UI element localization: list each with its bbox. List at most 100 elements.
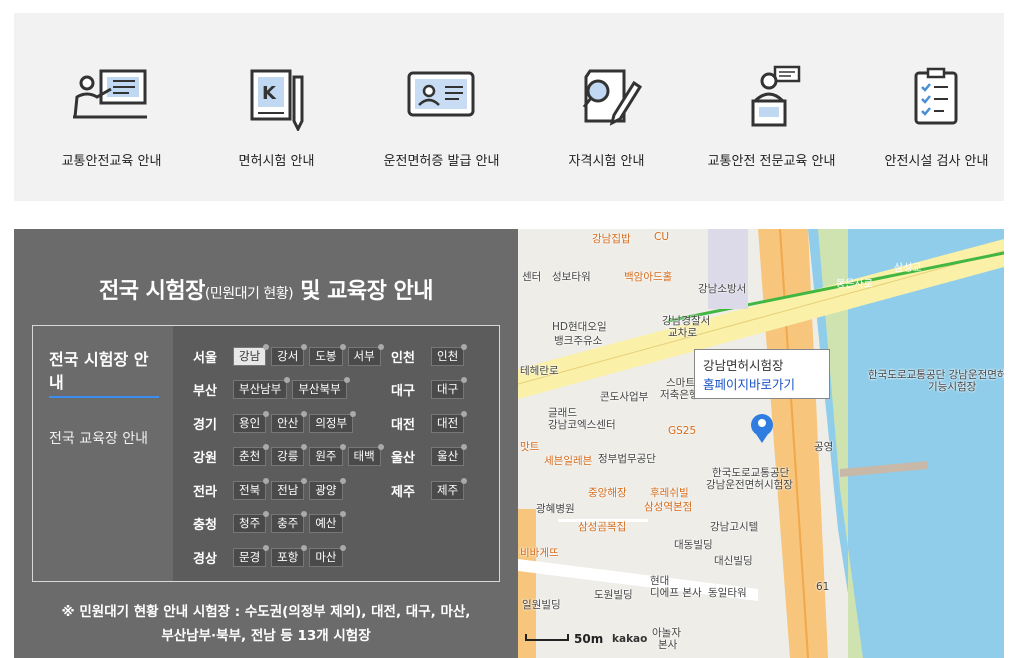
svg-text:K: K	[262, 83, 277, 104]
test-site-label: 청주	[239, 516, 261, 530]
wait-status-dot-icon	[461, 477, 468, 484]
map-label: 공영	[814, 441, 834, 453]
region-grid: 서울 강남 강서 도봉 서부 부산 부산남부 부산북부 경기 용인 안산 의정부 강원 춘천 강릉 원주 태백 전…	[173, 326, 499, 581]
map-label: 61	[816, 581, 830, 593]
test-site-label: 원주	[315, 449, 337, 463]
map-label: 테헤란로	[520, 365, 559, 377]
map-label: HD현대오일	[552, 321, 607, 333]
service-license-issue[interactable]: 운전면허증 발급 안내	[359, 13, 524, 201]
clipboard-check-icon	[914, 67, 957, 125]
test-site-button[interactable]: 전북	[233, 477, 270, 500]
wait-status-dot-icon	[339, 511, 346, 517]
test-site-button[interactable]: 전남	[271, 477, 308, 500]
test-site-button[interactable]: 강서	[271, 343, 308, 366]
test-site-label: 예산	[315, 516, 337, 530]
map-label: 강남소방서	[698, 283, 747, 295]
wait-status-dot-icon	[263, 410, 270, 417]
test-site-label: 안산	[277, 415, 299, 430]
wait-status-dot-icon	[263, 343, 270, 350]
test-site-button[interactable]: 용인	[233, 410, 270, 433]
test-site-label: 광양	[315, 482, 337, 497]
region-name: 강원	[193, 451, 217, 466]
test-site-button[interactable]: 부산남부	[233, 377, 291, 399]
region-row: 충청 청주 충주 예산	[173, 511, 348, 534]
test-site-label: 제주	[437, 482, 459, 497]
wait-status-dot-icon	[339, 544, 346, 551]
wait-status-dot-icon	[461, 343, 468, 350]
test-site-button[interactable]: 강릉	[271, 444, 308, 466]
test-site-label: 울산	[437, 449, 459, 463]
region-row: 대구 대구	[371, 377, 469, 400]
test-site-button[interactable]: 부산북부	[292, 377, 350, 399]
service-license-test[interactable]: K 면허시험 안내	[194, 13, 359, 201]
lecturer-podium-icon	[751, 65, 800, 127]
test-site-button[interactable]: 대전	[431, 410, 468, 433]
test-site-label: 강서	[277, 348, 299, 363]
wait-status-dot-icon	[301, 544, 308, 551]
test-site-button[interactable]: 충주	[271, 511, 308, 533]
map-canvas	[518, 229, 1004, 658]
license-pencil-icon: K	[250, 69, 303, 131]
wait-status-note: ※ 민원대기 현황 안내 시험장 : 수도권(의정부 제외), 대전, 대구, …	[61, 604, 471, 644]
service-traffic-safety-education[interactable]: 교통안전교육 안내	[29, 13, 194, 201]
wait-status-dot-icon	[263, 511, 270, 517]
presentation-icon	[72, 69, 147, 119]
region-name: 경기	[193, 417, 217, 433]
test-site-button[interactable]: 청주	[233, 511, 270, 533]
wait-status-dot-icon	[301, 444, 308, 450]
test-site-button[interactable]: 춘천	[233, 444, 270, 466]
map-label: 기능시험장	[928, 381, 977, 393]
test-site-button[interactable]: 제주	[431, 477, 468, 500]
test-site-button[interactable]: 강남	[233, 343, 270, 366]
tab-test-centers[interactable]: 전국 시험장 안내	[49, 348, 159, 398]
test-site-label: 포항	[277, 549, 299, 564]
test-site-button[interactable]: 도봉	[309, 343, 346, 366]
region-row: 제주 제주	[371, 477, 469, 500]
location-map[interactable]: 강남집밥 CU 백암아드홀 성보타워 센터 강남소방서 HD현대오일 뱅크주유소…	[518, 229, 1004, 658]
map-label: 대신빌딩	[714, 555, 753, 567]
region-row: 인천 인천	[371, 343, 469, 366]
region-name: 대구	[391, 384, 415, 399]
test-site-label: 대전	[437, 415, 459, 430]
map-label: 정부법무공단	[598, 453, 656, 465]
test-site-button[interactable]: 예산	[309, 511, 346, 533]
test-site-button[interactable]: 의정부	[309, 410, 357, 433]
test-site-button[interactable]: 원주	[309, 444, 346, 466]
region-name: 전라	[193, 484, 217, 500]
wait-status-dot-icon	[339, 477, 346, 484]
test-site-label: 강남	[239, 348, 261, 363]
test-site-button[interactable]: 안산	[271, 410, 308, 433]
wait-status-dot-icon	[350, 410, 357, 417]
test-site-button[interactable]: 인천	[431, 343, 468, 366]
test-site-button[interactable]: 광양	[309, 477, 346, 500]
test-site-button[interactable]: 대구	[431, 377, 468, 399]
service-label: 교통안전교육 안내	[61, 154, 162, 169]
map-label: 세븐일레븐	[544, 455, 593, 467]
test-site-button[interactable]: 마산	[309, 544, 346, 567]
homepage-link[interactable]: 홈페이지바로가기	[703, 375, 821, 394]
wait-status-dot-icon	[461, 377, 468, 383]
service-qualification-test[interactable]: 자격시험 안내	[524, 13, 689, 201]
region-name: 울산	[391, 451, 415, 466]
map-label: 대동빌딩	[674, 539, 713, 551]
region-row: 대전 대전	[371, 410, 469, 433]
wait-status-dot-icon	[301, 511, 308, 517]
panel-title: 전국 시험장(민원대기 현황) 및 교육장 안내	[99, 279, 433, 304]
test-site-button[interactable]: 울산	[431, 444, 468, 466]
map-label: GS25	[668, 425, 697, 437]
map-label: 성보타워	[552, 271, 591, 283]
wait-status-dot-icon	[263, 477, 270, 484]
test-site-button[interactable]: 포항	[271, 544, 308, 567]
wait-status-dot-icon	[301, 343, 308, 350]
test-site-label: 전남	[277, 482, 299, 497]
map-info-popup: 강남면허시험장 홈페이지바로가기	[694, 349, 830, 399]
map-label: 중앙해장	[588, 487, 627, 499]
test-site-button[interactable]: 문경	[233, 544, 270, 567]
map-label: 삼성역본점	[644, 501, 693, 513]
test-site-label: 전북	[239, 482, 261, 497]
service-safety-inspection[interactable]: 안전시설 검사 안내	[854, 13, 1010, 201]
wait-status-dot-icon	[301, 410, 308, 417]
tab-education-centers[interactable]: 전국 교육장 안내	[49, 428, 149, 451]
service-label: 교통안전 전문교육 안내	[707, 154, 836, 169]
service-professional-education[interactable]: 교통안전 전문교육 안내	[689, 13, 854, 201]
